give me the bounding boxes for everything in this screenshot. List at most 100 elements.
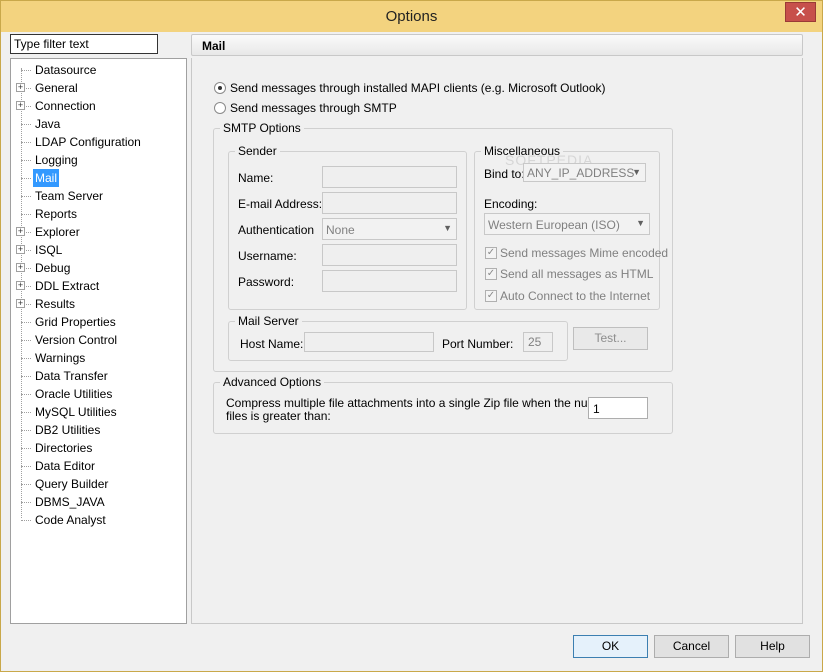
tree-connector xyxy=(21,520,31,521)
tree-item-label: Team Server xyxy=(35,189,104,203)
chevron-down-icon: ▼ xyxy=(636,218,645,228)
tree-item-label: Warnings xyxy=(35,351,86,365)
tree-item-label: MySQL Utilities xyxy=(35,405,117,419)
encoding-select[interactable]: Western European (ISO) ▼ xyxy=(484,213,650,235)
tree-item-label: Connection xyxy=(35,99,96,113)
tree-connector xyxy=(21,502,31,503)
close-button[interactable]: ✕ xyxy=(785,2,816,22)
bind-label: Bind to: xyxy=(484,167,525,181)
chevron-down-icon: ▼ xyxy=(443,223,452,233)
expand-icon[interactable]: + xyxy=(16,299,25,308)
options-tree[interactable]: Datasource + General + Connection Java LDAP Co… xyxy=(10,58,187,624)
auth-select[interactable]: None ▼ xyxy=(322,218,457,240)
tree-connector xyxy=(21,484,31,485)
dialog-client: Datasource + General + Connection Java LDAP Co… xyxy=(8,32,816,665)
bind-select[interactable]: ANY_IP_ADDRESS ▼ xyxy=(523,163,646,182)
smtp-options-title: SMTP Options xyxy=(220,121,304,135)
tree-item-label: Data Transfer xyxy=(35,369,108,383)
auth-label: Authentication xyxy=(238,223,315,237)
sender-group: Sender Name: E-mail Address: Authenticat… xyxy=(228,144,467,310)
tree-item-label: DBMS_JAVA xyxy=(35,495,105,509)
ok-button[interactable]: OK xyxy=(573,635,648,658)
password-field[interactable] xyxy=(322,270,457,292)
expand-icon[interactable]: + xyxy=(16,263,25,272)
encoding-label: Encoding: xyxy=(484,197,538,211)
compress-threshold-value: 1 xyxy=(593,402,600,416)
tree-connector xyxy=(21,160,31,161)
name-label: Name: xyxy=(238,171,274,185)
tree-item-label: DDL Extract xyxy=(35,279,100,293)
tree-item-label: Debug xyxy=(35,261,71,275)
compress-threshold-input[interactable]: 1 xyxy=(588,397,648,419)
compress-text-line2: files is greater than: xyxy=(226,409,331,423)
expand-icon[interactable]: + xyxy=(16,101,25,110)
tree-item-label: Logging xyxy=(35,153,78,167)
compress-text-line1: Compress multiple file attachments into … xyxy=(226,396,629,410)
page-title: Mail xyxy=(202,39,226,53)
advanced-options-group: Advanced Options Compress multiple file … xyxy=(213,375,673,434)
test-button[interactable]: Test... xyxy=(573,327,648,350)
email-field[interactable] xyxy=(322,192,457,214)
tree-connector xyxy=(21,430,31,431)
expand-icon[interactable]: + xyxy=(16,227,25,236)
host-label: Host Name: xyxy=(240,337,304,351)
html-checkbox[interactable]: ✓ xyxy=(485,268,497,280)
html-checkbox-label[interactable]: Send all messages as HTML xyxy=(500,267,653,281)
tree-connector xyxy=(21,466,31,467)
title-bar[interactable]: Options ✕ xyxy=(1,1,822,32)
tree-connector xyxy=(21,70,31,71)
name-field[interactable] xyxy=(322,166,457,188)
tree-item-label: Version Control xyxy=(35,333,118,347)
tree-connector xyxy=(21,412,31,413)
expand-icon[interactable]: + xyxy=(16,281,25,290)
tree-item-label: DB2 Utilities xyxy=(35,423,101,437)
tree-item-label: ISQL xyxy=(35,243,63,257)
window-title: Options xyxy=(385,8,438,25)
mime-checkbox[interactable]: ✓ xyxy=(485,247,497,259)
smtp-radio-label[interactable]: Send messages through SMTP xyxy=(230,101,397,115)
email-label: E-mail Address: xyxy=(238,197,323,211)
mail-server-title: Mail Server xyxy=(235,314,302,328)
mapi-radio-label[interactable]: Send messages through installed MAPI cli… xyxy=(230,81,606,95)
host-field[interactable] xyxy=(304,332,434,352)
port-value: 25 xyxy=(528,335,542,349)
cancel-button[interactable]: Cancel xyxy=(654,635,729,658)
advanced-options-title: Advanced Options xyxy=(220,375,325,389)
tree-item-label: Results xyxy=(35,297,76,311)
auto-connect-checkbox[interactable]: ✓ xyxy=(485,290,497,302)
tree-connector xyxy=(21,448,31,449)
tree-connector xyxy=(21,376,31,377)
expand-icon[interactable]: + xyxy=(16,245,25,254)
help-button[interactable]: Help xyxy=(735,635,810,658)
tree-item-label: Oracle Utilities xyxy=(35,387,113,401)
chevron-down-icon: ▼ xyxy=(632,167,641,177)
filter-input[interactable] xyxy=(10,34,158,54)
tree-item-label: Grid Properties xyxy=(35,315,116,329)
tree-item-label: LDAP Configuration xyxy=(35,135,141,149)
encoding-select-value: Western European (ISO) xyxy=(488,218,620,232)
tree-item-label: Mail xyxy=(33,169,60,187)
password-label: Password: xyxy=(238,275,295,289)
tree-connector xyxy=(21,124,31,125)
expand-icon[interactable]: + xyxy=(16,83,25,92)
misc-group: Miscellaneous SOFTPEDIA Bind to: ANY_IP_… xyxy=(474,144,668,310)
tree-item-label: Java xyxy=(35,117,61,131)
tree-connector xyxy=(21,340,31,341)
mapi-radio[interactable] xyxy=(214,82,226,94)
auto-connect-checkbox-label[interactable]: Auto Connect to the Internet xyxy=(500,289,650,303)
username-label: Username: xyxy=(238,249,297,263)
port-field[interactable]: 25 xyxy=(523,332,553,352)
auth-select-value: None xyxy=(326,223,355,237)
tree-guide-line xyxy=(21,68,22,518)
mime-checkbox-label[interactable]: Send messages Mime encoded xyxy=(500,246,668,260)
tree-item-label: General xyxy=(35,81,78,95)
tree-connector xyxy=(21,394,31,395)
options-window: Options ✕ Datasource + General + Connection J… xyxy=(0,0,823,672)
tree-item-label: Query Builder xyxy=(35,477,109,491)
username-field[interactable] xyxy=(322,244,457,266)
smtp-radio[interactable] xyxy=(214,102,226,114)
tree-item-label: Reports xyxy=(35,207,78,221)
port-label: Port Number: xyxy=(442,337,514,351)
page-header: Mail xyxy=(191,34,803,56)
tree-connector xyxy=(21,178,31,179)
